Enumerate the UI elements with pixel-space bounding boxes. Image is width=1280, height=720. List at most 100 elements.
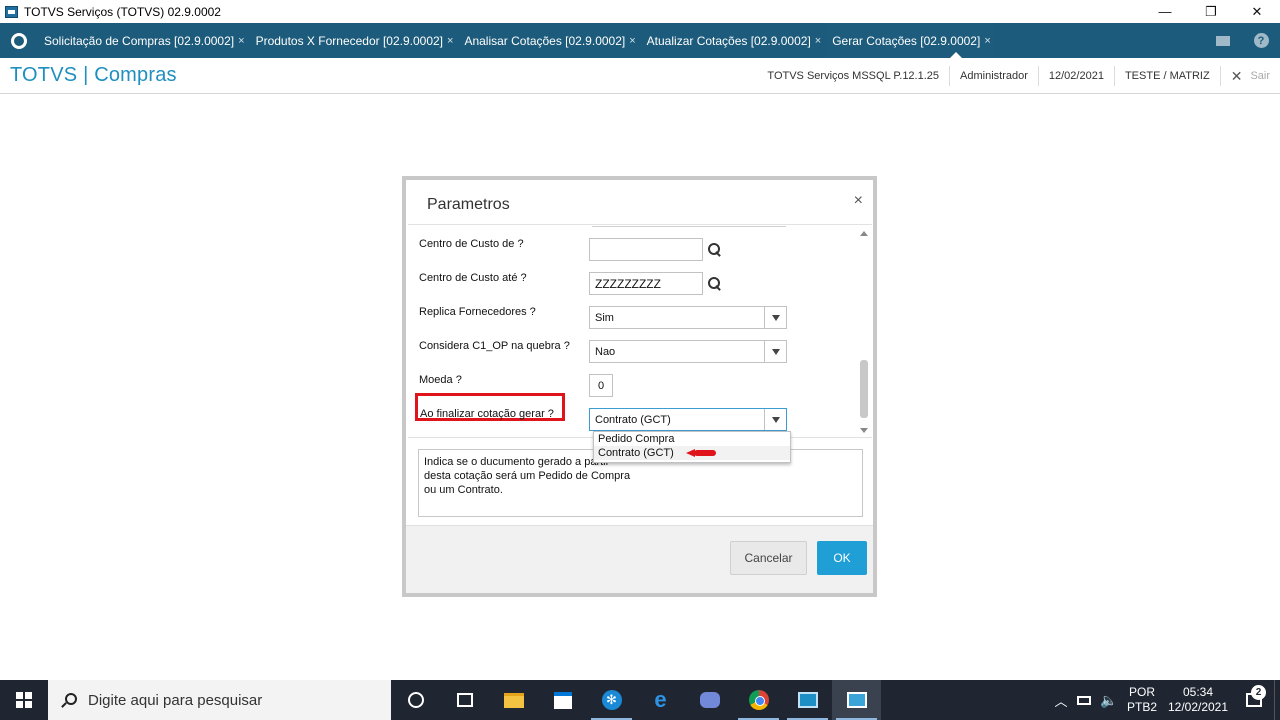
dialog-footer: Cancelar OK [406,525,873,593]
chevron-down-icon[interactable] [764,409,786,430]
windows-taskbar: Digite aqui para pesquisar ✻ e ︿ 🔈 POR P… [0,680,1280,720]
help-line: ou um Contrato. [424,484,503,496]
replica-fornecedores-select[interactable]: Sim [589,306,787,329]
search-icon[interactable] [708,243,722,257]
input-language-button[interactable]: POR PTB2 [1122,685,1162,715]
clock[interactable]: 05:34 12/02/2021 [1162,685,1234,715]
notification-count: 2 [1251,685,1266,700]
tab-label: Analisar Cotações [02.9.0002] [464,33,626,48]
dialog-title: Parametros [427,196,510,213]
cancel-button[interactable]: Cancelar [730,541,807,575]
label-moeda: Moeda ? [419,374,462,386]
snowflake-app-button[interactable]: ✻ [587,680,636,720]
environment-label: TOTVS Serviços MSSQL P.12.1.25 [757,66,951,86]
ao-finalizar-select[interactable]: Contrato (GCT) [589,408,787,431]
label-replica-fornecedores: Replica Fornecedores ? [419,306,536,318]
action-center-button[interactable]: 2 [1234,685,1274,707]
label-considera-c1-op: Considera C1_OP na quebra ? [419,340,570,352]
tab-solicitacao-compras[interactable]: Solicitação de Compras [02.9.0002] × [37,23,249,58]
home-button[interactable] [0,23,37,58]
close-window-button[interactable]: ✕ [1234,0,1280,23]
discord-button[interactable] [685,680,734,720]
select-value: Nao [595,345,616,358]
parameters-scrollbar[interactable] [859,229,869,435]
tab-gerar-cotacoes[interactable]: Gerar Cotações [02.9.0002] × [825,23,995,58]
cortana-button[interactable] [391,680,440,720]
network-icon[interactable] [1072,695,1096,705]
file-explorer-button[interactable] [489,680,538,720]
taskbar-search[interactable]: Digite aqui para pesquisar [48,680,391,720]
clock-date: 12/02/2021 [1167,700,1229,714]
clock-time: 05:34 [1182,685,1214,699]
chevron-down-icon[interactable] [764,341,786,362]
parameters-dialog-frame: Parametros × Centro de Custo de ? Centro… [402,176,877,597]
edge-icon: e [654,687,667,712]
tab-close-icon[interactable]: × [984,35,990,47]
tab-close-icon[interactable]: × [238,35,244,47]
label-ao-finalizar: Ao finalizar cotação gerar ? [420,408,554,420]
scroll-down-icon[interactable] [860,428,868,433]
help-button[interactable]: ? [1242,23,1280,58]
start-button[interactable] [0,680,48,720]
remote-desktop-icon [797,692,818,708]
window-titlebar: TOTVS Serviços (TOTVS) 02.9.0002 — ❐ ✕ [0,0,1280,23]
centro-custo-ate-input[interactable]: ZZZZZZZZZ [589,272,703,295]
show-hidden-icons-button[interactable]: ︿ [1050,691,1072,710]
task-view-button[interactable] [440,680,489,720]
dialog-close-button[interactable]: × [854,192,863,210]
exit-button[interactable]: ✕ Sair [1221,66,1280,86]
tab-produtos-fornecedor[interactable]: Produtos X Fornecedor [02.9.0002] × [249,23,458,58]
help-line: desta cotação será um Pedido de Compra [424,470,631,482]
search-placeholder: Digite aqui para pesquisar [88,691,263,709]
show-desktop-button[interactable] [1274,680,1280,720]
ok-button[interactable]: OK [817,541,867,575]
discord-icon [699,692,720,708]
close-icon: ✕ [1230,67,1243,84]
user-label: Administrador [950,66,1039,86]
app-header: TOTVS | Compras TOTVS Serviços MSSQL P.1… [0,58,1280,94]
session-info: TOTVS Serviços MSSQL P.12.1.25 Administr… [757,58,1280,94]
keyboard-layout: PTB2 [1126,700,1157,714]
dropdown-option-selected[interactable]: Contrato (GCT) [594,446,790,460]
select-value: Sim [595,311,614,324]
scroll-thumb[interactable] [860,360,868,418]
app-icon [5,5,18,18]
company-label[interactable]: TESTE / MATRIZ [1115,66,1221,86]
task-view-icon [456,693,473,707]
tab-close-icon[interactable]: × [629,35,635,47]
scroll-up-icon[interactable] [860,231,868,236]
chrome-icon [748,690,769,710]
window-controls: — ❐ ✕ [1142,0,1280,23]
chevron-down-icon[interactable] [764,307,786,328]
search-icon[interactable] [708,277,722,291]
edge-button[interactable]: e [636,680,685,720]
tab-analisar-cotacoes[interactable]: Analisar Cotações [02.9.0002] × [457,23,639,58]
system-tray: ︿ 🔈 POR PTB2 05:34 12/02/2021 2 [1050,680,1280,720]
tab-close-icon[interactable]: × [447,35,453,47]
tabs-bar-actions: ? [1204,23,1280,58]
totvs-smartclient-button[interactable] [832,680,881,720]
remote-desktop-button[interactable] [783,680,832,720]
dropdown-option[interactable]: Pedido Compra [594,432,790,446]
moeda-input[interactable]: 0 [589,374,613,397]
tab-close-icon[interactable]: × [815,35,821,47]
chrome-button[interactable] [734,680,783,720]
centro-custo-de-input[interactable] [589,238,703,261]
tabs-bar: Solicitação de Compras [02.9.0002] × Pro… [0,23,1280,58]
messages-button[interactable] [1204,23,1242,58]
tab-label: Gerar Cotações [02.9.0002] [832,33,981,48]
volume-icon[interactable]: 🔈 [1096,692,1122,709]
maximize-button[interactable]: ❐ [1188,0,1234,23]
store-icon [553,691,572,709]
tab-atualizar-cotacoes[interactable]: Atualizar Cotações [02.9.0002] × [640,23,826,58]
mail-icon [1216,35,1230,46]
store-button[interactable] [538,680,587,720]
tab-label: Produtos X Fornecedor [02.9.0002] [255,33,444,48]
exit-label: Sair [1250,70,1270,82]
minimize-button[interactable]: — [1142,0,1188,23]
dropdown-option-label: Contrato (GCT) [598,447,674,459]
label-centro-custo-de: Centro de Custo de ? [419,238,524,250]
help-icon: ? [1253,33,1269,48]
parameters-list: Centro de Custo de ? Centro de Custo até… [408,224,872,438]
considera-c1-op-select[interactable]: Nao [589,340,787,363]
